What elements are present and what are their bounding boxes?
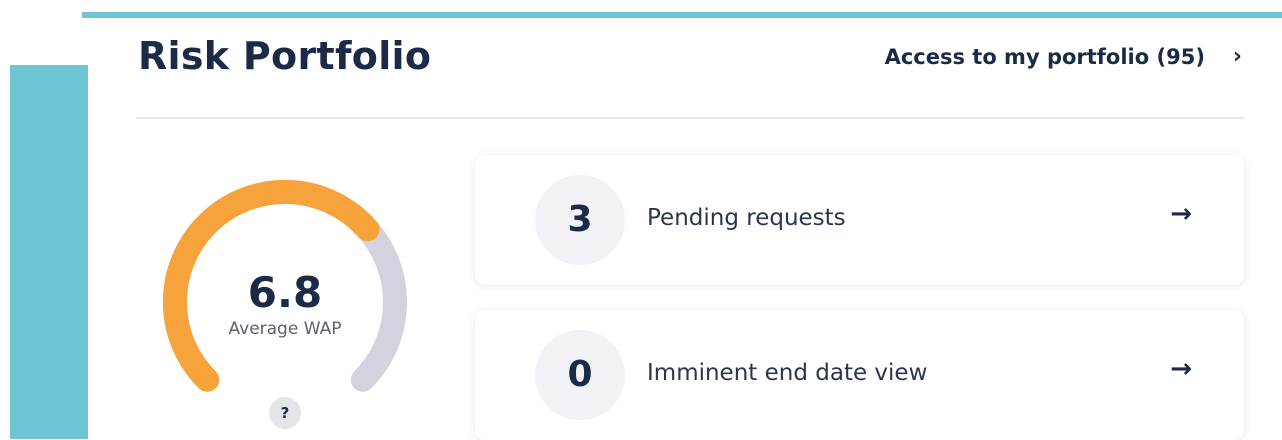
imminent-end-date-row[interactable]: 0 Imminent end date view → [475, 310, 1244, 440]
pending-requests-label: Pending requests [647, 205, 846, 231]
pending-requests-row[interactable]: 3 Pending requests → [475, 155, 1244, 285]
gauge-value: 6.8 [247, 268, 323, 317]
decorative-accent-block [10, 65, 88, 439]
access-portfolio-label: Access to my portfolio (95) [884, 44, 1205, 69]
header-divider [136, 117, 1244, 119]
page-title: Risk Portfolio [138, 34, 432, 78]
imminent-end-date-label: Imminent end date view [647, 360, 928, 386]
arrow-right-icon[interactable]: → [1170, 199, 1192, 229]
pending-requests-count: 3 [535, 175, 625, 265]
chevron-right-icon: › [1232, 44, 1242, 69]
arrow-right-icon[interactable]: → [1170, 354, 1192, 384]
help-icon[interactable]: ? [269, 397, 301, 429]
access-portfolio-link[interactable]: Access to my portfolio (95) › [885, 44, 1242, 69]
risk-portfolio-card: Risk Portfolio Access to my portfolio (9… [88, 18, 1282, 440]
gauge-label: Average WAP [228, 319, 342, 339]
imminent-end-date-count: 0 [535, 330, 625, 420]
wap-gauge: 6.8 Average WAP ? [145, 166, 425, 434]
